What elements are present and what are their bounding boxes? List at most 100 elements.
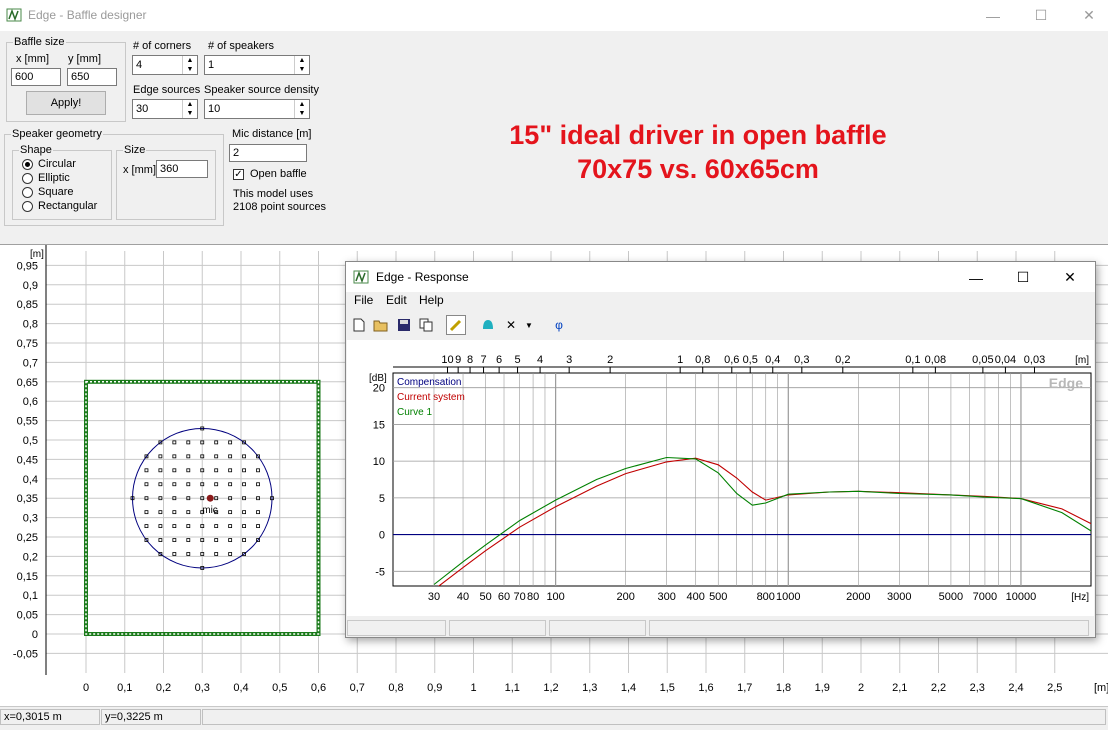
x-tick-label: 5000 [939, 591, 963, 603]
speaker-point-source [186, 440, 191, 445]
spinner-arrows-icon[interactable]: ▲ ▼ [294, 56, 309, 74]
edge-sources-spinner[interactable]: 30 ▲ ▼ [132, 99, 198, 119]
menu-help[interactable]: Help [419, 293, 444, 307]
phase-icon[interactable]: φ [549, 315, 569, 335]
radio-rectangular[interactable] [22, 201, 33, 212]
status-bar: x=0,3015 m y=0,3225 m [0, 706, 1108, 730]
dropdown-arrow-icon[interactable]: ▼ [522, 315, 536, 335]
delete-icon[interactable]: ✕ [501, 315, 521, 335]
speaker-point-source [214, 524, 219, 529]
speaker-point-source [172, 524, 177, 529]
minimize-icon[interactable]: — [953, 262, 999, 293]
speaker-point-source [186, 524, 191, 529]
y-axis-label: [dB] [369, 373, 387, 384]
y-tick-label: 0,55 [17, 416, 38, 428]
source-density-value: 10 [208, 103, 221, 115]
y-tick-label: 20 [373, 383, 385, 395]
speaker-point-source [186, 552, 191, 556]
size-x-input[interactable]: 360 [156, 160, 208, 178]
shape-square-label: Square [38, 186, 74, 198]
x-tick-label: 70 [513, 591, 525, 603]
y-tick-label: 0,15 [17, 571, 38, 583]
edge-sources-value: 30 [136, 103, 149, 115]
x-tick-label: 1,6 [698, 682, 713, 694]
top-axis-label: 1 [677, 354, 683, 366]
maximize-icon[interactable]: ☐ [1018, 0, 1064, 31]
speaker-point-source [256, 482, 260, 487]
y-tick-label: 0,45 [17, 454, 38, 466]
mic-distance-input[interactable]: 2 [229, 144, 307, 162]
spinner-arrows-icon[interactable]: ▲ ▼ [182, 100, 197, 118]
save-icon[interactable] [394, 315, 414, 335]
corners-spinner[interactable]: 4 ▲ ▼ [132, 55, 198, 75]
x-tick-label: 1 [470, 682, 476, 694]
speaker-point-source [144, 482, 149, 487]
status-x: x=0,3015 m [0, 709, 100, 725]
x-tick-label: 800 [757, 591, 775, 603]
apply-button[interactable]: Apply! [26, 91, 106, 115]
response-chart[interactable]: 20151050-5[dB]30 40 50 60 70 80 100 200 300 400 50… [347, 340, 1094, 616]
y-tick-label: 10 [373, 456, 385, 468]
baffle-x-label: x [mm] [16, 53, 49, 65]
speaker-point-source [214, 468, 219, 473]
source-density-spinner[interactable]: 10 ▲ ▼ [204, 99, 310, 119]
y-tick-label: 0,5 [23, 435, 38, 447]
radio-circular[interactable] [22, 159, 33, 170]
speaker-point-source [172, 552, 177, 556]
x-tick-label: 1000 [776, 591, 800, 603]
model-info-line2: 2108 point sources [233, 201, 326, 213]
baffle-size-legend: Baffle size [14, 36, 65, 48]
mic-distance-label: Mic distance [m] [232, 128, 312, 140]
title-bar: Edge - Baffle designer — ☐ ✕ [0, 0, 1108, 31]
speaker-point-source [158, 482, 163, 487]
open-baffle-checkbox[interactable]: ✓ [233, 169, 244, 180]
x-tick-label: 1,4 [621, 682, 636, 694]
minimize-icon[interactable]: — [970, 0, 1016, 31]
response-chart-area[interactable]: 20 15 10 5 0 -5 [dB] 30 40 50 60 70 80 100 200 300 400 50… [347, 340, 1094, 616]
response-status-2 [449, 620, 546, 636]
copy-icon[interactable] [416, 315, 436, 335]
x-tick-label: 0,9 [427, 682, 442, 694]
legend-entry: Curve 1 [397, 407, 432, 418]
speakers-spinner[interactable]: 1 ▲ ▼ [204, 55, 310, 75]
x-tick-label: 2,2 [931, 682, 946, 694]
baffle-y-input[interactable]: 650 [67, 68, 117, 86]
response-status-4 [649, 620, 1089, 636]
response-status-1 [347, 620, 446, 636]
spinner-arrows-icon[interactable]: ▲ ▼ [182, 56, 197, 74]
x-tick-label: 0,2 [156, 682, 171, 694]
radio-square[interactable] [22, 187, 33, 198]
x-tick-label: 2,4 [1008, 682, 1023, 694]
close-icon[interactable]: ✕ [1066, 0, 1108, 31]
speaker-point-source [172, 538, 177, 542]
speaker-point-source [158, 454, 163, 459]
x-tick-label: 50 [479, 591, 491, 603]
close-icon[interactable]: ✕ [1047, 262, 1093, 293]
speaker-point-source [214, 552, 219, 556]
maximize-icon[interactable]: ☐ [1000, 262, 1046, 293]
pen-icon[interactable] [446, 315, 466, 335]
y-tick-label: 0,95 [17, 260, 38, 272]
size-legend: Size [124, 144, 146, 156]
top-axis-label: 0,4 [765, 354, 780, 366]
x-tick-label: 300 [657, 591, 675, 603]
top-axis-label: 5 [514, 354, 520, 366]
radio-elliptic[interactable] [22, 173, 33, 184]
menu-edit[interactable]: Edit [386, 293, 407, 307]
y-tick-label: 0,75 [17, 338, 38, 350]
speakers-label: # of speakers [208, 40, 275, 52]
menu-file[interactable]: File [354, 293, 373, 307]
shape-rectangular-label: Rectangular [38, 200, 98, 212]
baffle-x-input[interactable]: 600 [11, 68, 61, 86]
response-window[interactable]: Edge - Response — ☐ ✕ File Edit Help ✕ ▼… [345, 261, 1096, 638]
speaker-point-source [172, 440, 177, 445]
open-icon[interactable] [371, 315, 391, 335]
x-tick-label: 1,8 [776, 682, 791, 694]
speaker-point-source [242, 454, 247, 459]
bell-icon[interactable] [478, 315, 498, 335]
y-tick-label: 0,6 [23, 396, 38, 408]
spinner-arrows-icon[interactable]: ▲ ▼ [294, 100, 309, 118]
x-tick-label: 200 [616, 591, 634, 603]
top-axis-label: 0,8 [695, 354, 710, 366]
new-icon[interactable] [349, 315, 369, 335]
